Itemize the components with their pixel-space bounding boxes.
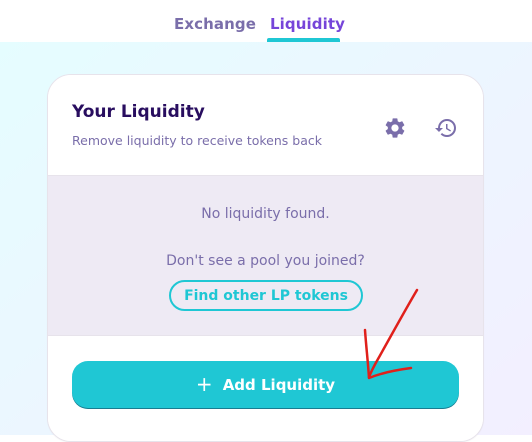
plus-icon: + — [195, 372, 213, 396]
gear-icon — [385, 118, 405, 138]
no-liquidity-text: No liquidity found. — [201, 206, 330, 222]
card-header: Your Liquidity Remove liquidity to recei… — [48, 75, 483, 175]
card-subtitle: Remove liquidity to receive tokens back — [72, 133, 322, 148]
top-nav: Exchange Liquidity — [0, 0, 532, 42]
liquidity-card: Your Liquidity Remove liquidity to recei… — [47, 74, 484, 442]
settings-button[interactable] — [382, 115, 408, 141]
card-footer: + Add Liquidity — [48, 336, 483, 441]
card-title: Your Liquidity — [72, 102, 205, 122]
find-lp-tokens-button[interactable]: Find other LP tokens — [169, 280, 363, 311]
add-liquidity-label: Add Liquidity — [222, 376, 336, 394]
tab-liquidity[interactable]: Liquidity — [270, 15, 345, 33]
pool-hint-text: Don't see a pool you joined? — [166, 253, 365, 269]
empty-state-panel: No liquidity found. Don't see a pool you… — [48, 175, 483, 336]
history-icon — [435, 119, 456, 137]
add-liquidity-button[interactable]: + Add Liquidity — [72, 361, 459, 409]
tab-exchange[interactable]: Exchange — [174, 15, 256, 33]
history-button[interactable] — [433, 115, 459, 141]
